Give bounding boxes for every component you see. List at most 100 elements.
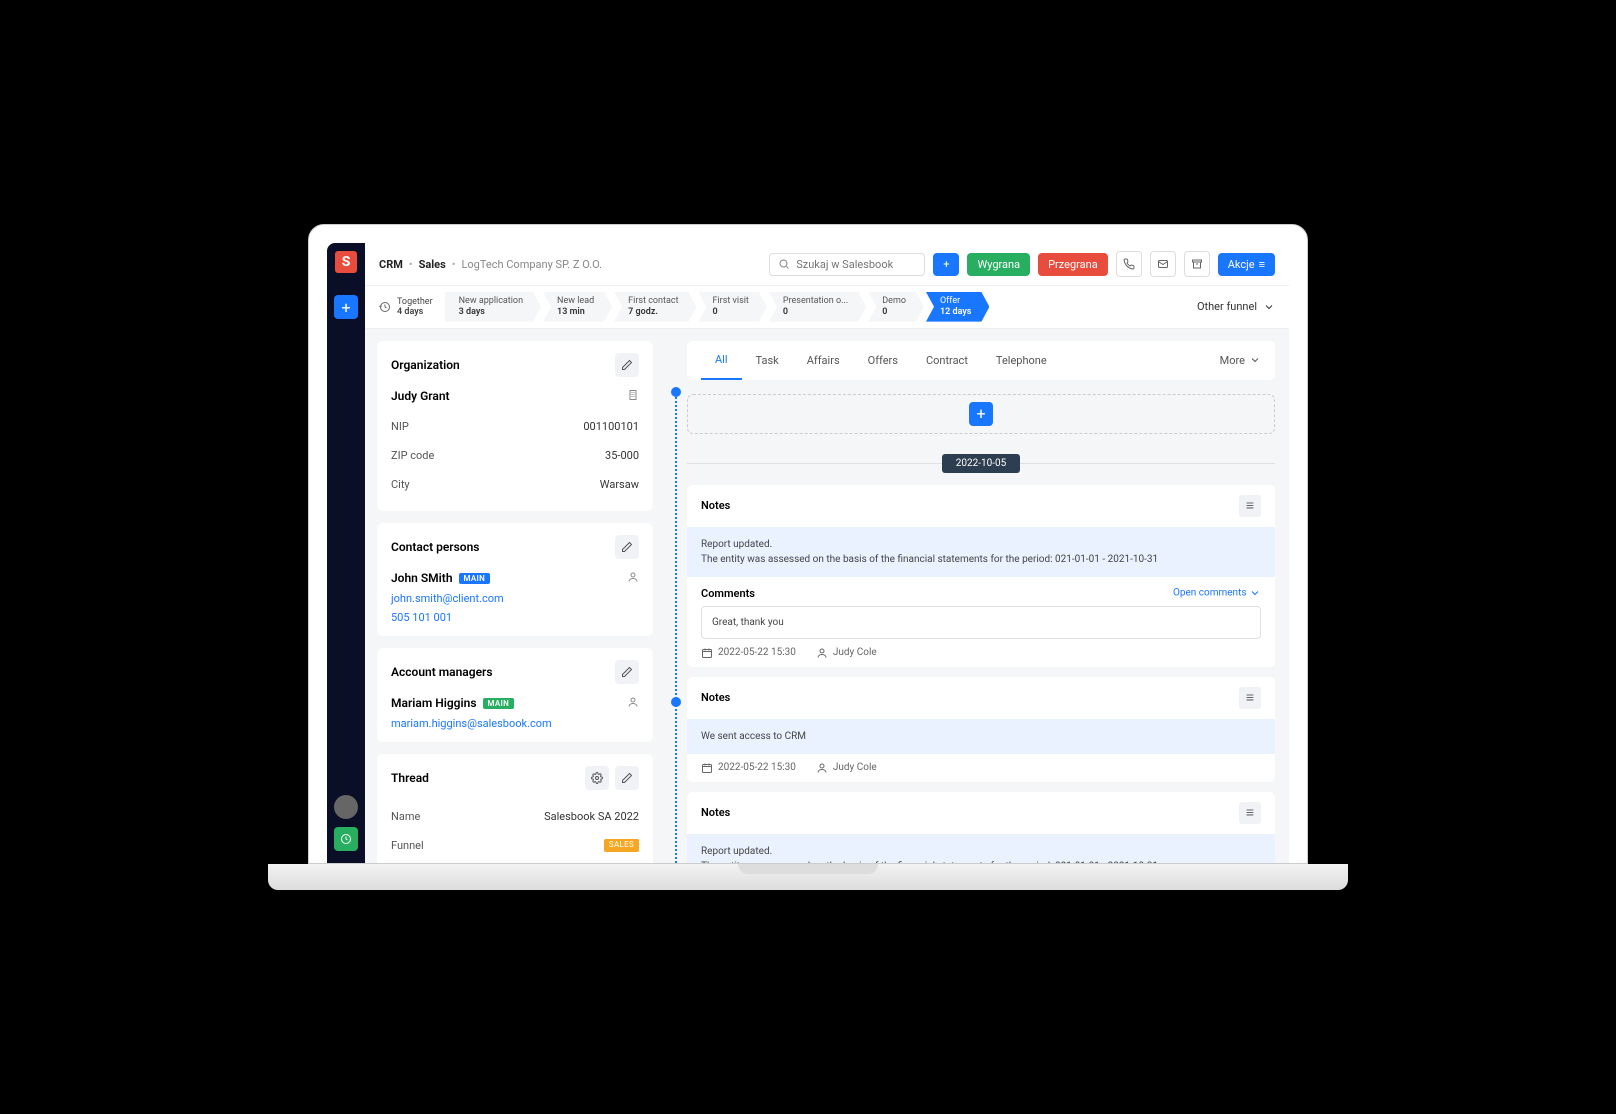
app-logo[interactable]: S [335,251,357,273]
person-icon [627,696,639,711]
note-menu-button[interactable]: ≡ [1239,687,1261,709]
topbar-plus-button[interactable]: + [933,253,959,276]
person-icon [627,571,639,586]
timeline-gutter [665,329,687,863]
timestamp: 2022-05-22 15:30 [701,647,796,659]
funnel-together: Together 4 days [379,297,445,317]
funnel-stage[interactable]: First visit0 [699,292,767,322]
activity-panel: All Task Affairs Offers Contract Telepho… [687,329,1289,863]
chevron-down-icon [1249,354,1261,366]
person-icon [816,762,828,774]
note-title: Notes [701,806,730,819]
add-activity-button[interactable]: + [969,402,993,426]
edit-button[interactable] [615,660,639,684]
left-column: Organization Judy Grant NIP001100101 ZIP… [365,329,665,863]
note-title: Notes [701,691,730,704]
calendar-icon [701,762,713,774]
funnel-stage[interactable]: New application3 days [445,292,541,322]
main-badge: MAIN [459,573,491,584]
thread-card: Thread NameSalesbook SA 2022 FunnelSALES… [377,754,653,863]
tab-affairs[interactable]: Affairs [793,342,854,379]
search-box[interactable] [769,253,925,276]
tab-telephone[interactable]: Telephone [982,342,1061,379]
tab-task[interactable]: Task [742,342,793,379]
manager-email[interactable]: mariam.higgins@salesbook.com [391,717,639,730]
funnel-stage[interactable]: New lead13 min [543,292,612,322]
breadcrumb-sales[interactable]: Sales [419,258,446,271]
breadcrumb: CRM • Sales • LogTech Company SP. Z O.O. [379,258,761,271]
phone-icon[interactable] [1116,251,1142,277]
note-body: Report updated. The entity was assessed … [687,527,1275,577]
managers-card: Account managers Mariam Higgins MAIN [377,648,653,742]
avatar[interactable] [334,795,358,819]
calendar-icon [701,647,713,659]
timeline-dot [671,387,681,397]
note-card: Notes ≡ We sent access to CRM 2022-05-22… [687,677,1275,782]
timestamp: 2022-05-22 15:30 [701,762,796,774]
card-title: Account managers [391,665,493,679]
author: Judy Cole [816,647,877,659]
contacts-card: Contact persons John SMith MAIN john. [377,523,653,636]
menu-icon: ≡ [1259,258,1265,271]
card-title: Contact persons [391,540,479,554]
chevron-down-icon [1263,301,1275,313]
comment-text: Great, thank you [701,606,1261,639]
chevron-down-icon [1249,587,1261,599]
app-root: S + CRM • Sales • LogTec [327,243,1289,863]
actions-button[interactable]: Akcje ≡ [1218,253,1275,276]
funnel-row: Together 4 days New application3 days Ne… [365,286,1289,329]
clock-icon[interactable] [334,827,358,851]
organization-card: Organization Judy Grant NIP001100101 ZIP… [377,341,653,511]
search-icon [778,258,790,270]
person-icon [816,647,828,659]
tabs-more[interactable]: More [1220,354,1261,367]
sales-badge: SALES [604,839,639,852]
lost-button[interactable]: Przegrana [1038,253,1108,276]
activity-tabs: All Task Affairs Offers Contract Telepho… [687,341,1275,380]
contact-name: John SMith [391,571,453,585]
contact-phone[interactable]: 505 101 001 [391,611,639,624]
won-button[interactable]: Wygrana [967,253,1030,276]
org-name: Judy Grant [391,389,450,404]
note-title: Notes [701,499,730,512]
note-menu-button[interactable]: ≡ [1239,495,1261,517]
date-chip: 2022-10-05 [942,454,1021,473]
open-comments-link[interactable]: Open comments [1173,587,1261,600]
main-badge: MAIN [483,698,515,709]
note-body: Report updated. The entity was assessed … [687,834,1275,863]
building-icon [627,389,639,404]
mail-icon[interactable] [1150,251,1176,277]
tab-offers[interactable]: Offers [854,342,912,379]
tab-contract[interactable]: Contract [912,342,982,379]
search-input[interactable] [796,258,916,271]
timeline-dot [671,697,681,707]
contact-email[interactable]: john.smith@client.com [391,592,639,605]
note-card: Notes ≡ Report updated. The entity was a… [687,792,1275,863]
tab-all[interactable]: All [701,341,742,380]
topbar: CRM • Sales • LogTech Company SP. Z O.O.… [365,243,1289,286]
author: Judy Cole [816,762,877,774]
breadcrumb-crm[interactable]: CRM [379,258,403,271]
note-card: Notes ≡ Report updated. The entity was a… [687,485,1275,667]
history-icon [379,301,391,313]
other-funnel-dropdown[interactable]: Other funnel [1197,300,1275,313]
edit-button[interactable] [615,766,639,790]
funnel-stage-active[interactable]: Offer12 days [926,292,989,322]
date-divider: 2022-10-05 [687,454,1275,473]
note-body: We sent access to CRM [687,719,1275,754]
nav-add-button[interactable]: + [334,295,358,319]
settings-button[interactable] [585,766,609,790]
edit-button[interactable] [615,535,639,559]
card-title: Organization [391,358,460,372]
archive-icon[interactable] [1184,251,1210,277]
note-menu-button[interactable]: ≡ [1239,802,1261,824]
edit-button[interactable] [615,353,639,377]
manager-name: Mariam Higgins [391,696,477,710]
funnel-stage[interactable]: First contact7 godz. [614,292,696,322]
comments-title: Comments [701,587,755,600]
funnel-stage[interactable]: Presentation o...0 [769,292,866,322]
sidebar-nav: S + [327,243,365,863]
breadcrumb-company: LogTech Company SP. Z O.O. [461,258,602,271]
funnel-stage[interactable]: Demo0 [868,292,924,322]
add-activity-area[interactable]: + [687,394,1275,434]
